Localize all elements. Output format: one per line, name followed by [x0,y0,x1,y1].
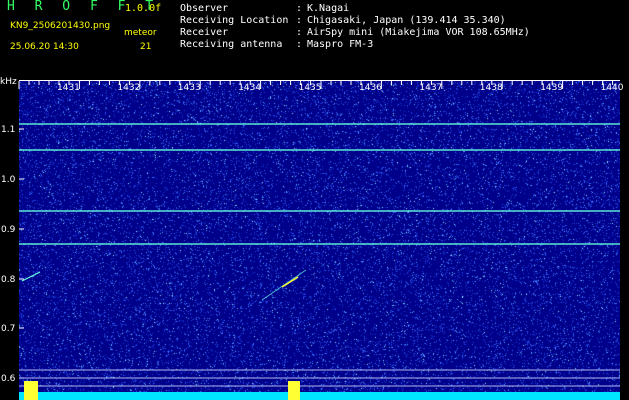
x-tick-label: 1438 [480,83,503,93]
y-tick-label: 0.8 [1,275,16,285]
x-tick-label: 1440 [601,83,624,93]
hrofft-window: H R O F F T 1.0.0f KN9_2506201430.png 25… [0,0,629,400]
x-tick-label: 1436 [359,83,382,93]
spectrogram-overlay: kHz 1.1 1.0 0.9 0.8 0.7 0.6 1431 1432 1433 1434 1… [0,77,624,400]
echo-power-spike [288,381,300,400]
x-tick-label: 1439 [540,83,563,93]
y-tick-label: 0.7 [1,324,15,334]
meteor-echo [21,271,41,282]
y-tick-label: 1.0 [1,175,16,185]
x-tick-label: 1433 [178,83,201,93]
y-tick-label: 0.9 [1,225,16,235]
x-tick-label: 1431 [57,83,80,93]
y-tick-label: 1.1 [1,125,15,135]
y-unit-label: kHz [0,77,17,87]
x-tick-label: 1432 [117,83,140,93]
y-tick-label: 0.6 [1,374,16,384]
x-tick-label: 1434 [238,83,261,93]
noise-floor-band [19,392,620,400]
x-tick-label: 1437 [419,83,442,93]
echo-power-spike [24,381,38,400]
meteor-echo [281,276,299,288]
x-tick-label: 1435 [299,83,322,93]
